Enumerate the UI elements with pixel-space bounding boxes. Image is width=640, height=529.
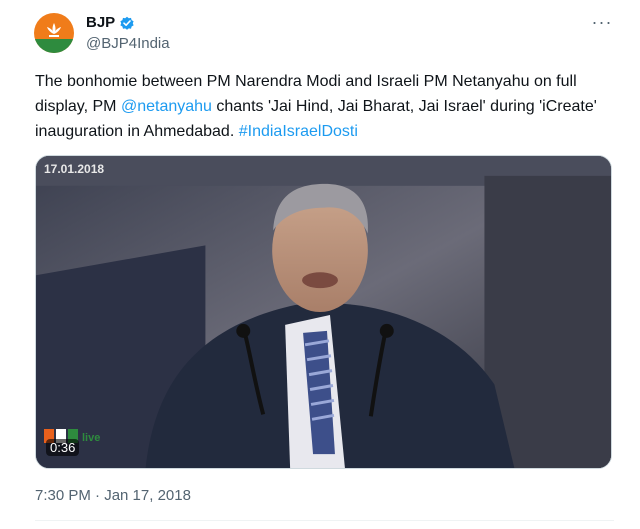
- lotus-icon: [47, 23, 61, 37]
- video-player[interactable]: 17.01.2018 live 0:36: [35, 155, 612, 469]
- hashtag-link[interactable]: #IndiaIsraelDosti: [239, 123, 358, 140]
- tweet-card: BJP @BJP4India ··· The bonhomie between …: [0, 0, 640, 529]
- author-name-row: BJP: [86, 14, 135, 31]
- author-display-name[interactable]: BJP: [86, 14, 115, 31]
- verified-badge-icon: [120, 16, 134, 30]
- svg-text:live: live: [82, 432, 100, 444]
- video-frame: [36, 156, 611, 468]
- mention-link[interactable]: @netanyahu: [121, 98, 212, 115]
- avatar-green-band: [34, 39, 74, 53]
- video-date-overlay: 17.01.2018: [44, 162, 105, 176]
- author-avatar[interactable]: [34, 13, 74, 53]
- more-horizontal-icon[interactable]: ···: [590, 12, 614, 36]
- video-duration: 0:36: [46, 439, 80, 456]
- author-handle[interactable]: @BJP4India: [86, 35, 170, 52]
- divider: [35, 520, 614, 521]
- tweet-text: The bonhomie between PM Narendra Modi an…: [35, 69, 615, 144]
- tweet-timestamp[interactable]: 7:30 PM · Jan 17, 2018: [35, 487, 191, 504]
